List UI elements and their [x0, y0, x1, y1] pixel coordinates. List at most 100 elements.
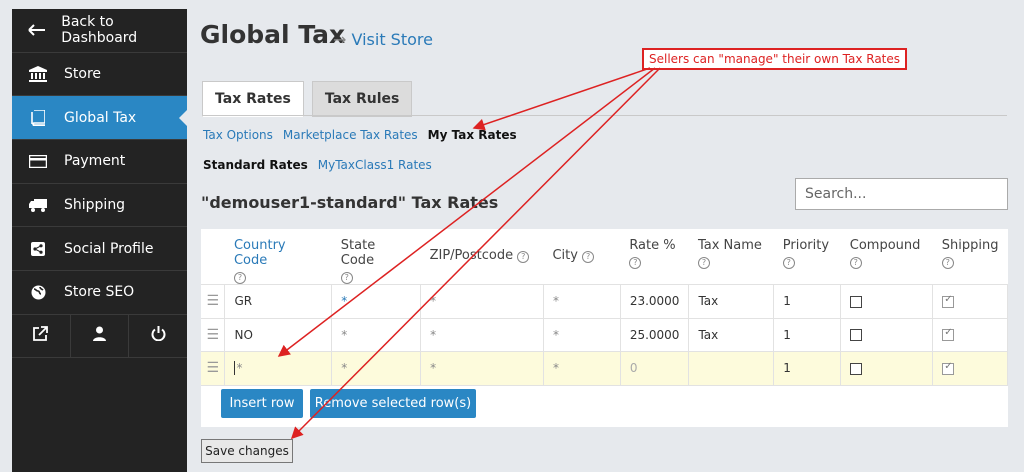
sidebar-item-label: Store SEO: [64, 284, 135, 301]
power-icon: [151, 326, 166, 345]
cell-priority[interactable]: 1: [773, 351, 842, 386]
cell-priority[interactable]: 1: [773, 317, 842, 352]
cell-rate-value: 0: [629, 361, 638, 376]
subnav-mytaxclass1-rates[interactable]: MyTaxClass1 Rates: [318, 158, 432, 172]
annotation-arrow-my-tax-rates: [472, 67, 651, 131]
cell-rate[interactable]: 25.0000: [619, 317, 690, 352]
help-icon[interactable]: ?: [517, 251, 530, 263]
shipping-checkbox[interactable]: [942, 294, 955, 308]
cell-state[interactable]: *: [331, 351, 422, 386]
compound-checkbox[interactable]: [850, 362, 863, 375]
globe-icon: [12, 285, 64, 300]
shipping-checkbox[interactable]: [942, 361, 955, 375]
help-icon[interactable]: ?: [340, 272, 353, 284]
sidebar-item-store[interactable]: Store: [12, 53, 187, 97]
cell-state[interactable]: *: [331, 284, 422, 319]
column-header-city: City ?: [543, 229, 620, 285]
column-label: Shipping: [941, 238, 999, 253]
cell-city[interactable]: *: [542, 351, 621, 386]
subnav-tax-options[interactable]: Tax Options: [203, 128, 273, 142]
cell-tax-name[interactable]: [688, 351, 775, 386]
remove-selected-rows-button[interactable]: Remove selected row(s): [310, 389, 476, 418]
drag-handle-icon[interactable]: ☰: [201, 351, 226, 386]
subnav-marketplace-tax-rates[interactable]: Marketplace Tax Rates: [283, 128, 418, 142]
help-icon[interactable]: ?: [941, 257, 954, 269]
compound-checkbox[interactable]: [850, 295, 863, 308]
arrow-right-icon: →: [333, 30, 347, 49]
cell-country[interactable]: GR: [224, 284, 333, 319]
sidebar-item-label: Payment: [64, 153, 126, 170]
help-icon[interactable]: ?: [233, 272, 246, 284]
table-row[interactable]: ☰ GR * * * 23.0000 Tax 1: [201, 284, 1008, 319]
cell-tax-name[interactable]: Tax: [688, 284, 775, 319]
insert-row-button[interactable]: Insert row: [221, 389, 303, 418]
sidebar-item-label: Global Tax: [64, 109, 137, 126]
share-icon: [12, 241, 64, 256]
cell-zip[interactable]: *: [420, 284, 544, 319]
cell-zip[interactable]: *: [420, 317, 544, 352]
help-icon[interactable]: ?: [849, 257, 862, 269]
table-row-new[interactable]: ☰ * * * * 0 1: [201, 351, 1008, 386]
cell-zip-value: *: [430, 361, 437, 376]
help-icon[interactable]: ?: [697, 257, 710, 269]
help-icon[interactable]: ?: [582, 251, 595, 263]
cell-state-value: *: [341, 294, 348, 309]
bank-icon: [12, 66, 64, 83]
section-title: "demouser1-standard" Tax Rates: [201, 193, 499, 212]
column-label: Compound: [849, 238, 921, 253]
help-icon[interactable]: ?: [782, 257, 795, 269]
tab-divider: [202, 115, 1007, 116]
sidebar-item-label: Store: [64, 66, 102, 83]
cell-priority[interactable]: 1: [773, 284, 842, 319]
cell-country[interactable]: NO: [224, 317, 333, 352]
help-icon[interactable]: ?: [629, 257, 642, 269]
subnav-my-tax-rates: My Tax Rates: [427, 128, 517, 142]
column-header-state-code: State Code?: [332, 229, 421, 285]
drag-handle-icon[interactable]: ☰: [201, 284, 226, 319]
column-label: State Code: [340, 238, 376, 268]
column-header-priority: Priority?: [774, 229, 841, 285]
cell-shipping: [932, 351, 1008, 386]
cell-zip-value: *: [430, 327, 437, 342]
sidebar-item-global-tax[interactable]: Global Tax: [12, 96, 188, 141]
column-header-rate: Rate %?: [620, 229, 689, 285]
sidebar-bottom-actions: [12, 314, 187, 358]
page-title: Global Tax: [200, 20, 346, 49]
cell-rate[interactable]: 0: [619, 351, 690, 386]
cell-city[interactable]: *: [542, 284, 621, 319]
sidebar-item-label: Back to Dashboard: [61, 14, 138, 47]
sidebar-item-social-profile[interactable]: Social Profile: [12, 227, 187, 272]
search-input[interactable]: [795, 178, 1008, 210]
grip-header: [201, 229, 225, 285]
cell-state[interactable]: *: [331, 317, 422, 352]
cell-rate[interactable]: 23.0000: [619, 284, 690, 319]
truck-icon: [12, 198, 64, 212]
column-label: Tax Name: [697, 238, 762, 253]
table-row[interactable]: ☰ NO * * * 25.0000 Tax 1: [201, 317, 1008, 352]
shipping-checkbox[interactable]: [942, 327, 955, 342]
tab-tax-rules[interactable]: Tax Rules: [311, 81, 413, 117]
sidebar-item-label: Social Profile: [64, 240, 154, 257]
drag-handle-icon[interactable]: ☰: [201, 317, 226, 352]
sidebar-item-store-seo[interactable]: Store SEO: [12, 271, 187, 315]
logout-button[interactable]: [129, 315, 187, 357]
sidebar-item-payment[interactable]: Payment: [12, 140, 187, 184]
column-header-tax-name: Tax Name?: [689, 229, 774, 285]
cell-tax-name[interactable]: Tax: [688, 317, 775, 352]
compound-checkbox[interactable]: [850, 329, 863, 342]
visit-store-link[interactable]: Visit Store: [352, 30, 433, 49]
user-button[interactable]: [71, 314, 130, 357]
column-label: City: [552, 248, 578, 263]
save-changes-button[interactable]: Save changes: [201, 439, 293, 463]
external-link-button[interactable]: [12, 314, 71, 357]
sidebar-item-back-to-dashboard[interactable]: Back to Dashboard: [12, 9, 187, 53]
column-header-country-code[interactable]: Country Code?: [225, 229, 332, 285]
cell-city[interactable]: *: [542, 317, 621, 352]
user-icon: [93, 326, 106, 345]
subnav-standard-rates: Standard Rates: [203, 158, 308, 172]
sidebar-item-shipping[interactable]: Shipping: [12, 184, 187, 228]
book-icon: [12, 109, 64, 126]
cell-country[interactable]: *: [224, 351, 333, 386]
cell-zip[interactable]: *: [420, 351, 544, 386]
tab-tax-rates[interactable]: Tax Rates: [202, 81, 304, 117]
